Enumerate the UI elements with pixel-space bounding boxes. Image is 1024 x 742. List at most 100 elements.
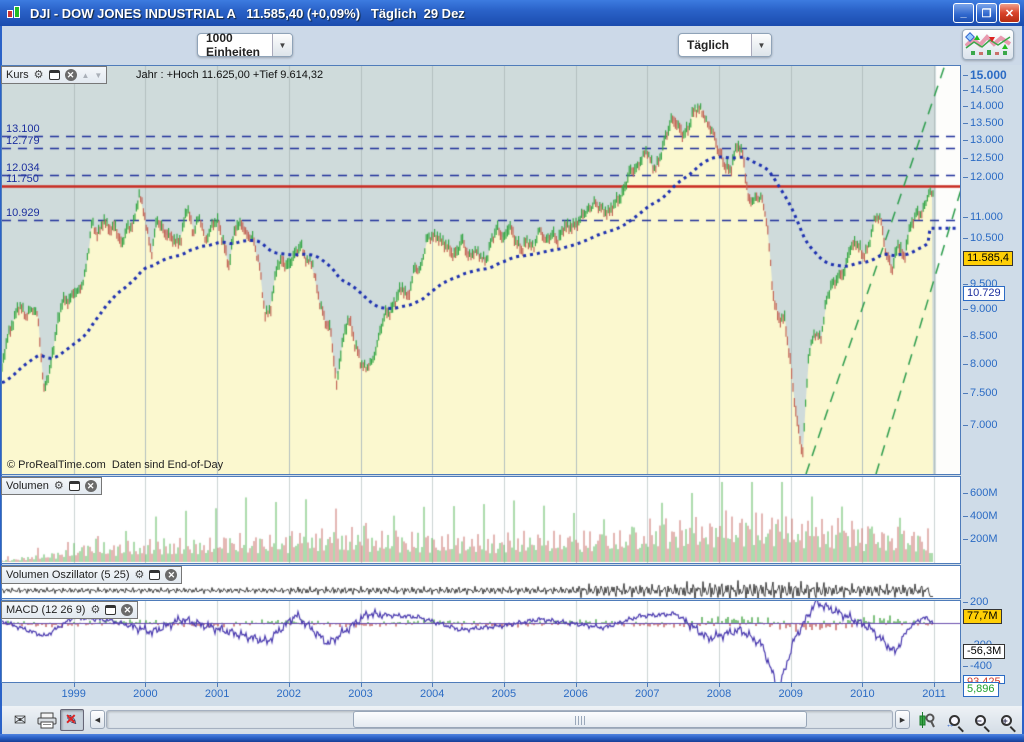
axis-tick-label: -400 [963,660,992,672]
erase-drawings-icon[interactable]: ✎✕ [60,709,84,731]
year-tick [217,683,218,687]
year-label: 2002 [277,688,301,700]
axis-tick-label: 400M [963,510,998,522]
ma-value-label: 10.729 [963,286,1005,301]
year-label: 2006 [563,688,587,700]
year-label: 2007 [635,688,659,700]
axis-tick-label: 12.000 [963,171,1004,183]
current-price-label: 11.585,4 [963,251,1013,266]
year-tick [432,683,433,687]
chart-style-icon[interactable] [915,709,939,731]
close-panel-icon[interactable]: ✕ [165,569,177,581]
zoom-custom-icon[interactable]: ↔ [941,709,967,731]
volume-panel-title: Volumen [6,480,49,492]
volume-last-label: 77,7M [963,609,1002,624]
axis-tick-label: 10.500 [963,232,1004,244]
macd-panel-title: MACD (12 26 9) [6,604,85,616]
chevron-down-icon[interactable]: ▼ [751,34,771,56]
detach-window-icon[interactable] [69,481,80,491]
macd-panel-header: MACD (12 26 9) ⚙ ✕ [1,601,138,619]
year-tick [647,683,648,687]
close-panel-icon[interactable]: ✕ [65,69,77,81]
scroll-right-button[interactable]: ▶ [895,710,910,729]
axis-tick-label: 13.500 [963,117,1004,129]
chart-scrollbar[interactable] [106,710,893,729]
axis-tick-label: 9.000 [963,303,998,315]
axis-tick-label: 12.500 [963,152,1004,164]
year-label: 2000 [133,688,157,700]
year-label: 2001 [205,688,229,700]
period-dropdown[interactable]: Täglich ▼ [678,33,772,57]
close-panel-icon[interactable]: ✕ [121,604,133,616]
axis-tick-label: 7.500 [963,387,998,399]
year-tick [719,683,720,687]
move-up-icon[interactable]: ▲ [82,71,90,80]
right-axis-gutter: 93,425 11.585,4 10.729 77,7M -56,3M 5,89… [962,65,1022,706]
macd-panel[interactable] [1,600,961,683]
year-label: 2009 [778,688,802,700]
window-border-bottom [0,734,1024,742]
minimize-button[interactable]: _ [953,3,974,23]
wrench-icon[interactable]: ⚙ [135,570,145,581]
year-high-low-info: Jahr : +Hoch 11.625,00 +Tief 9.614,32 [136,69,323,81]
year-tick [791,683,792,687]
zoom-out-icon[interactable]: − [968,709,992,731]
move-down-icon[interactable]: ▼ [94,71,102,80]
email-icon[interactable]: ✉ [8,709,32,731]
scroll-left-button[interactable]: ◀ [90,710,105,729]
top-toolbar: 1000 Einheiten ▼ Täglich ▼ [2,26,1022,65]
year-tick [576,683,577,687]
year-label: 2005 [492,688,516,700]
year-tick [862,683,863,687]
price-level-label: 13.100 [6,123,40,135]
wrench-icon[interactable]: ⚙ [34,70,44,81]
volume-canvas[interactable] [2,477,960,563]
detach-window-icon[interactable] [49,70,60,80]
year-tick [145,683,146,687]
wrench-icon[interactable]: ⚙ [54,481,64,492]
indicators-button[interactable] [962,29,1014,60]
detach-window-icon[interactable] [105,605,116,615]
macd-canvas[interactable] [2,601,960,682]
year-tick [361,683,362,687]
axis-tick-label: 11.000 [963,211,1003,223]
copyright-text: © ProRealTime.com Daten sind End-of-Day [7,459,223,471]
units-dropdown[interactable]: 1000 Einheiten ▼ [197,33,293,57]
axis-tick-label: 13.000 [963,134,1004,146]
scrollbar-thumb[interactable] [353,711,807,728]
app-candle-icon [6,5,24,21]
axis-tick-label: 200M [963,533,998,545]
title-bar: DJI - DOW JONES INDUSTRIAL A 11.585,40 (… [0,0,1024,26]
detach-window-icon[interactable] [149,570,160,580]
macd-value-label: 5,896 [963,682,999,697]
price-level-label: 12.779 [6,135,40,147]
period-dropdown-value: Täglich [679,38,751,52]
close-panel-icon[interactable]: ✕ [85,480,97,492]
year-tick [74,683,75,687]
vol-osc-panel-header: Volumen Oszillator (5 25) ⚙ ✕ [1,566,182,584]
volume-panel[interactable] [1,476,961,564]
year-tick [289,683,290,687]
kurs-panel-header: Kurs ⚙ ✕ ▲ ▼ [1,66,107,84]
zoom-in-icon[interactable]: + [994,709,1018,731]
axis-tick-label: 14.500 [963,84,1004,96]
price-chart-canvas[interactable] [2,66,960,474]
chevron-down-icon[interactable]: ▼ [272,34,292,56]
year-label: 2004 [420,688,444,700]
year-label: 2003 [348,688,372,700]
vol-osc-value-label: -56,3M [963,644,1005,659]
price-level-label: 10.929 [6,207,40,219]
wrench-icon[interactable]: ⚙ [90,605,100,616]
price-chart-panel[interactable] [1,65,961,475]
window-title: DJI - DOW JONES INDUSTRIAL A 11.585,40 (… [30,6,465,21]
kurs-panel-title: Kurs [6,69,29,81]
print-icon[interactable] [34,709,60,731]
axis-tick-label: 600M [963,487,998,499]
vol-osc-panel-title: Volumen Oszillator (5 25) [6,569,130,581]
close-button[interactable]: ✕ [999,3,1020,23]
maximize-button[interactable]: ❒ [976,3,997,23]
axis-tick-label: 14.000 [963,100,1004,112]
bottom-toolbar: ✉ ✎✕ ◀ ▶ ↔ − + [2,706,1022,734]
units-dropdown-value: 1000 Einheiten [198,31,272,59]
year-label: 2008 [707,688,731,700]
